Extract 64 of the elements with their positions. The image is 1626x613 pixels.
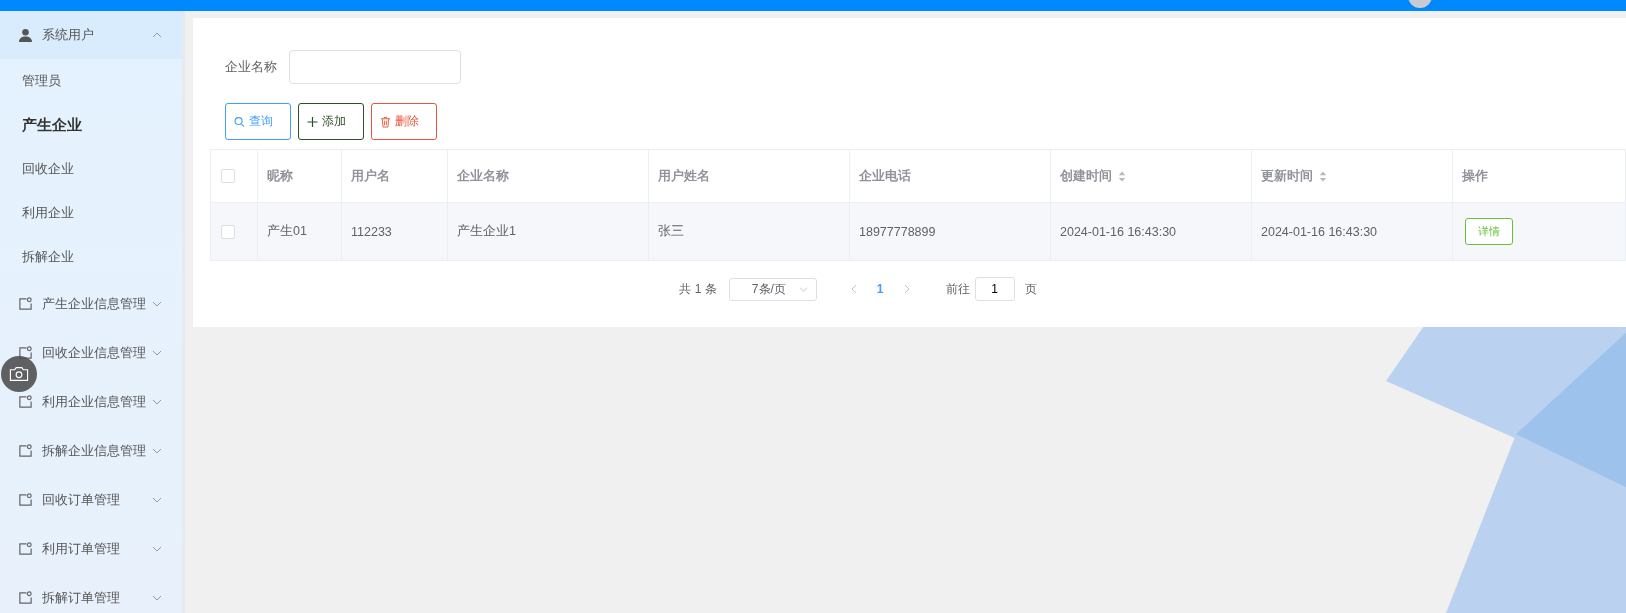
column-header: 昵称 [267, 167, 293, 185]
field-label: 企业名称 [225, 58, 277, 76]
table-cell: 2024-01-16 16:43:30 [1060, 224, 1177, 239]
folder-icon [18, 394, 33, 409]
table-cell: 112233 [351, 224, 392, 239]
column-header: 创建时间 [1060, 167, 1112, 185]
sort-icon[interactable] [1118, 170, 1126, 182]
folder-icon [18, 443, 33, 458]
column-header: 操作 [1462, 167, 1488, 185]
goto-label: 前往 [945, 280, 970, 298]
menu-group[interactable]: 拆解企业信息管理 [0, 426, 182, 475]
checkbox[interactable] [221, 224, 235, 239]
column-header: 用户姓名 [658, 167, 710, 185]
column-header: 用户名 [351, 167, 390, 185]
menu-group[interactable]: 回收订单管理 [0, 475, 182, 524]
menu-group[interactable]: 利用企业信息管理 [0, 377, 182, 426]
camera-icon [9, 366, 29, 382]
menu-group[interactable]: 拆解订单管理 [0, 573, 182, 613]
sort-icon[interactable] [1319, 170, 1327, 182]
menu-group[interactable]: 利用订单管理 [0, 524, 182, 573]
trash-icon [380, 115, 391, 128]
folder-icon [18, 590, 33, 605]
chevron-icon [152, 32, 162, 38]
menu-item[interactable]: 产生企业 [0, 103, 182, 147]
page-size-select[interactable]: 7条/页 [728, 277, 817, 301]
column-header: 企业名称 [457, 167, 509, 185]
total-count: 共 1 条 [679, 280, 717, 298]
menu-item[interactable]: 回收企业 [0, 147, 182, 191]
menu-item[interactable]: 管理员 [0, 59, 182, 103]
page-suffix: 页 [1024, 280, 1037, 298]
table-cell: 张三 [658, 223, 684, 240]
chevron-icon [152, 496, 162, 503]
menu-item[interactable]: 利用企业 [0, 191, 182, 235]
table-cell: 产生企业1 [457, 223, 516, 240]
search-icon [234, 115, 245, 128]
column-header: 更新时间 [1261, 167, 1313, 185]
delete-button[interactable]: 删除 [371, 103, 437, 140]
plus-icon [307, 115, 318, 128]
chevron-icon [152, 349, 162, 356]
menu-group[interactable]: 回收企业信息管理 [0, 328, 182, 377]
chevron-icon [152, 300, 162, 307]
chevron-icon [152, 594, 162, 601]
add-button[interactable]: 添加 [298, 103, 364, 140]
menu-group[interactable]: 系统用户 [0, 11, 182, 59]
folder-icon [18, 541, 33, 556]
checkbox[interactable] [221, 169, 235, 183]
menu-item[interactable]: 拆解企业 [0, 235, 182, 279]
chevron-icon [152, 398, 162, 405]
next-page-icon[interactable] [903, 284, 910, 294]
chevron-icon [152, 447, 162, 454]
page-input[interactable]: 1 [974, 277, 1015, 301]
table-cell: 产生01 [267, 223, 307, 240]
table-cell: 2024-01-16 16:43:30 [1261, 224, 1378, 239]
previous-page-icon[interactable] [850, 284, 857, 294]
table-cell: 18977778899 [859, 224, 936, 239]
menu-group[interactable]: 产生企业信息管理 [0, 279, 182, 328]
folder-icon [18, 296, 33, 311]
chevron-icon [152, 545, 162, 552]
user-icon [18, 27, 33, 43]
folder-icon [18, 345, 33, 360]
column-header: 企业电话 [859, 167, 911, 185]
folder-icon [18, 492, 33, 507]
chevron-icon [798, 286, 808, 292]
input-field[interactable] [289, 50, 461, 84]
